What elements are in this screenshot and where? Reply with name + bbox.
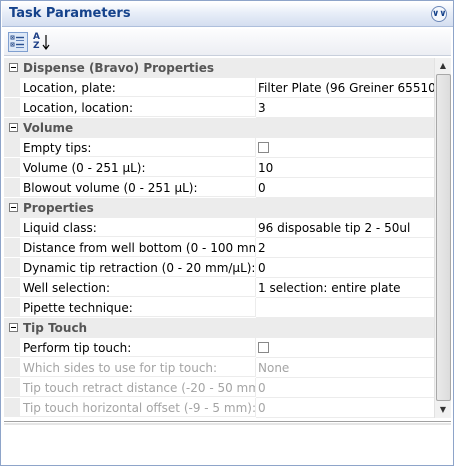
property-row-pipette-technique[interactable]: Pipette technique: [4,298,434,318]
location-plate-value[interactable]: Filter Plate (96 Greiner 655101 [256,78,434,98]
tip-touch-horizontal-value: 0 [256,398,434,418]
property-label: Pipette technique: [23,301,133,315]
collapse-icon[interactable] [9,63,18,72]
category-label: Dispense (Bravo) Properties [23,61,215,75]
property-row-location-plate[interactable]: Location, plate: Filter Plate (96 Greine… [4,78,434,98]
empty-tips-checkbox[interactable] [258,142,269,153]
scroll-up-arrow-icon[interactable]: ▲ [435,58,451,74]
property-row-location-location[interactable]: Location, location: 3 [4,98,434,118]
property-row-dynamic-tip-retraction[interactable]: Dynamic tip retraction (0 - 20 mm/µL): 0 [4,258,434,278]
volume-value[interactable]: 10 [256,158,434,178]
property-row-well-selection[interactable]: Well selection: 1 selection: entire plat… [4,278,434,298]
property-label: Location, location: [23,101,134,115]
category-label: Volume [23,121,74,135]
property-label: Volume (0 - 251 µL): [23,161,146,175]
property-label: Which sides to use for tip touch: [23,361,218,375]
scrollbar-thumb[interactable] [436,74,451,401]
property-label: Perform tip touch: [23,341,132,355]
property-label: Dynamic tip retraction (0 - 20 mm/µL): [23,261,256,275]
location-location-value[interactable]: 3 [256,98,434,118]
tip-touch-retract-value: 0 [256,378,434,398]
distance-value[interactable]: 2 [256,238,434,258]
property-row-tip-touch-retract-distance: Tip touch retract distance (-20 - 50 mm)… [4,378,434,398]
property-row-volume[interactable]: Volume (0 - 251 µL): 10 [4,158,434,178]
category-properties[interactable]: Properties [4,198,434,218]
tip-touch-sides-value: None [256,358,434,378]
panel-header: Task Parameters ∨∨ [2,2,453,27]
property-label: Empty tips: [23,141,92,155]
property-row-tip-touch-horizontal-offset: Tip touch horizontal offset (-9 - 5 mm):… [4,398,434,418]
property-row-perform-tip-touch[interactable]: Perform tip touch: [4,338,434,358]
category-dispense[interactable]: Dispense (Bravo) Properties [4,58,434,78]
collapse-icon[interactable] [9,323,18,332]
category-volume[interactable]: Volume [4,118,434,138]
property-row-distance-from-well-bottom[interactable]: Distance from well bottom (0 - 100 mm): … [4,238,434,258]
property-label: Distance from well bottom (0 - 100 mm): [23,241,256,255]
blowout-volume-value[interactable]: 0 [256,178,434,198]
scroll-down-arrow-icon[interactable]: ▼ [435,402,451,418]
property-row-tip-touch-sides: Which sides to use for tip touch: None [4,358,434,378]
category-label: Tip Touch [23,321,88,335]
property-grid: Dispense (Bravo) Properties Location, pl… [4,58,434,418]
property-label: Well selection: [23,281,111,295]
property-label: Location, plate: [23,81,116,95]
perform-tip-touch-checkbox[interactable] [258,342,269,353]
dynamic-tip-retraction-value[interactable]: 0 [256,258,434,278]
double-chevron-down-icon[interactable]: ∨∨ [431,6,447,22]
pipette-technique-value[interactable] [256,298,434,318]
collapse-icon[interactable] [9,203,18,212]
property-label: Tip touch retract distance (-20 - 50 mm)… [23,381,256,395]
liquid-class-value[interactable]: 96 disposable tip 2 - 50ul [256,218,434,238]
task-parameters-panel: Task Parameters ∨∨ A Z Dispense (Bravo) … [0,0,454,466]
property-row-empty-tips[interactable]: Empty tips: [4,138,434,158]
well-selection-value[interactable]: 1 selection: entire plate [256,278,434,298]
property-label: Liquid class: [23,221,97,235]
property-row-blowout-volume[interactable]: Blowout volume (0 - 251 µL): 0 [4,178,434,198]
alphabetical-sort-button[interactable]: A Z [32,32,52,52]
property-row-liquid-class[interactable]: Liquid class: 96 disposable tip 2 - 50ul [4,218,434,238]
categorized-view-button[interactable] [8,32,28,52]
panel-title: Task Parameters [9,6,131,21]
sort-alphabetical-icon: A Z [32,32,52,52]
property-grid-toolbar: A Z [4,29,451,56]
collapse-icon[interactable] [9,123,18,132]
property-description-area [4,421,451,464]
category-tip-touch[interactable]: Tip Touch [4,318,434,338]
property-label: Blowout volume (0 - 251 µL): [23,181,198,195]
categorized-view-icon [10,35,24,48]
category-label: Properties [23,201,94,215]
vertical-scrollbar[interactable]: ▲ ▼ [434,58,451,418]
property-label: Tip touch horizontal offset (-9 - 5 mm): [23,401,256,415]
